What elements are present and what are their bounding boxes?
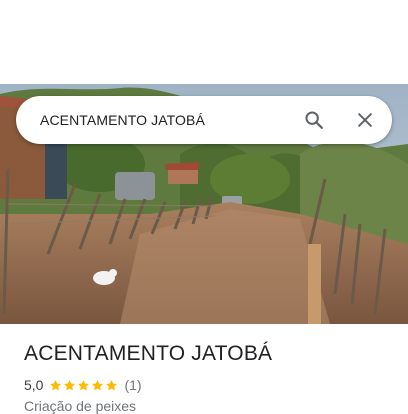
star-icon — [106, 379, 118, 390]
place-title: ACENTAMENTO JATOBÁ — [24, 342, 273, 365]
place-category: Criação de peixes — [24, 398, 137, 414]
star-icon — [50, 379, 62, 390]
star-icon — [78, 379, 90, 390]
rating-value: 5,0 — [24, 377, 44, 393]
search-input[interactable] — [40, 96, 290, 144]
star-icon — [92, 379, 104, 390]
place-info-card[interactable]: ACENTAMENTO JATOBÁ 5,0 (1) Criação de pe… — [0, 324, 408, 414]
top-blank-area — [0, 0, 408, 84]
rating-row[interactable]: 5,0 (1) — [24, 376, 142, 394]
search-button[interactable] — [298, 104, 330, 136]
star-icon — [64, 379, 76, 390]
search-bar — [16, 96, 392, 144]
clear-button[interactable] — [349, 104, 381, 136]
search-icon — [305, 111, 323, 129]
review-count[interactable]: (1) — [124, 377, 141, 393]
close-icon — [358, 113, 372, 127]
rating-stars — [49, 379, 119, 392]
